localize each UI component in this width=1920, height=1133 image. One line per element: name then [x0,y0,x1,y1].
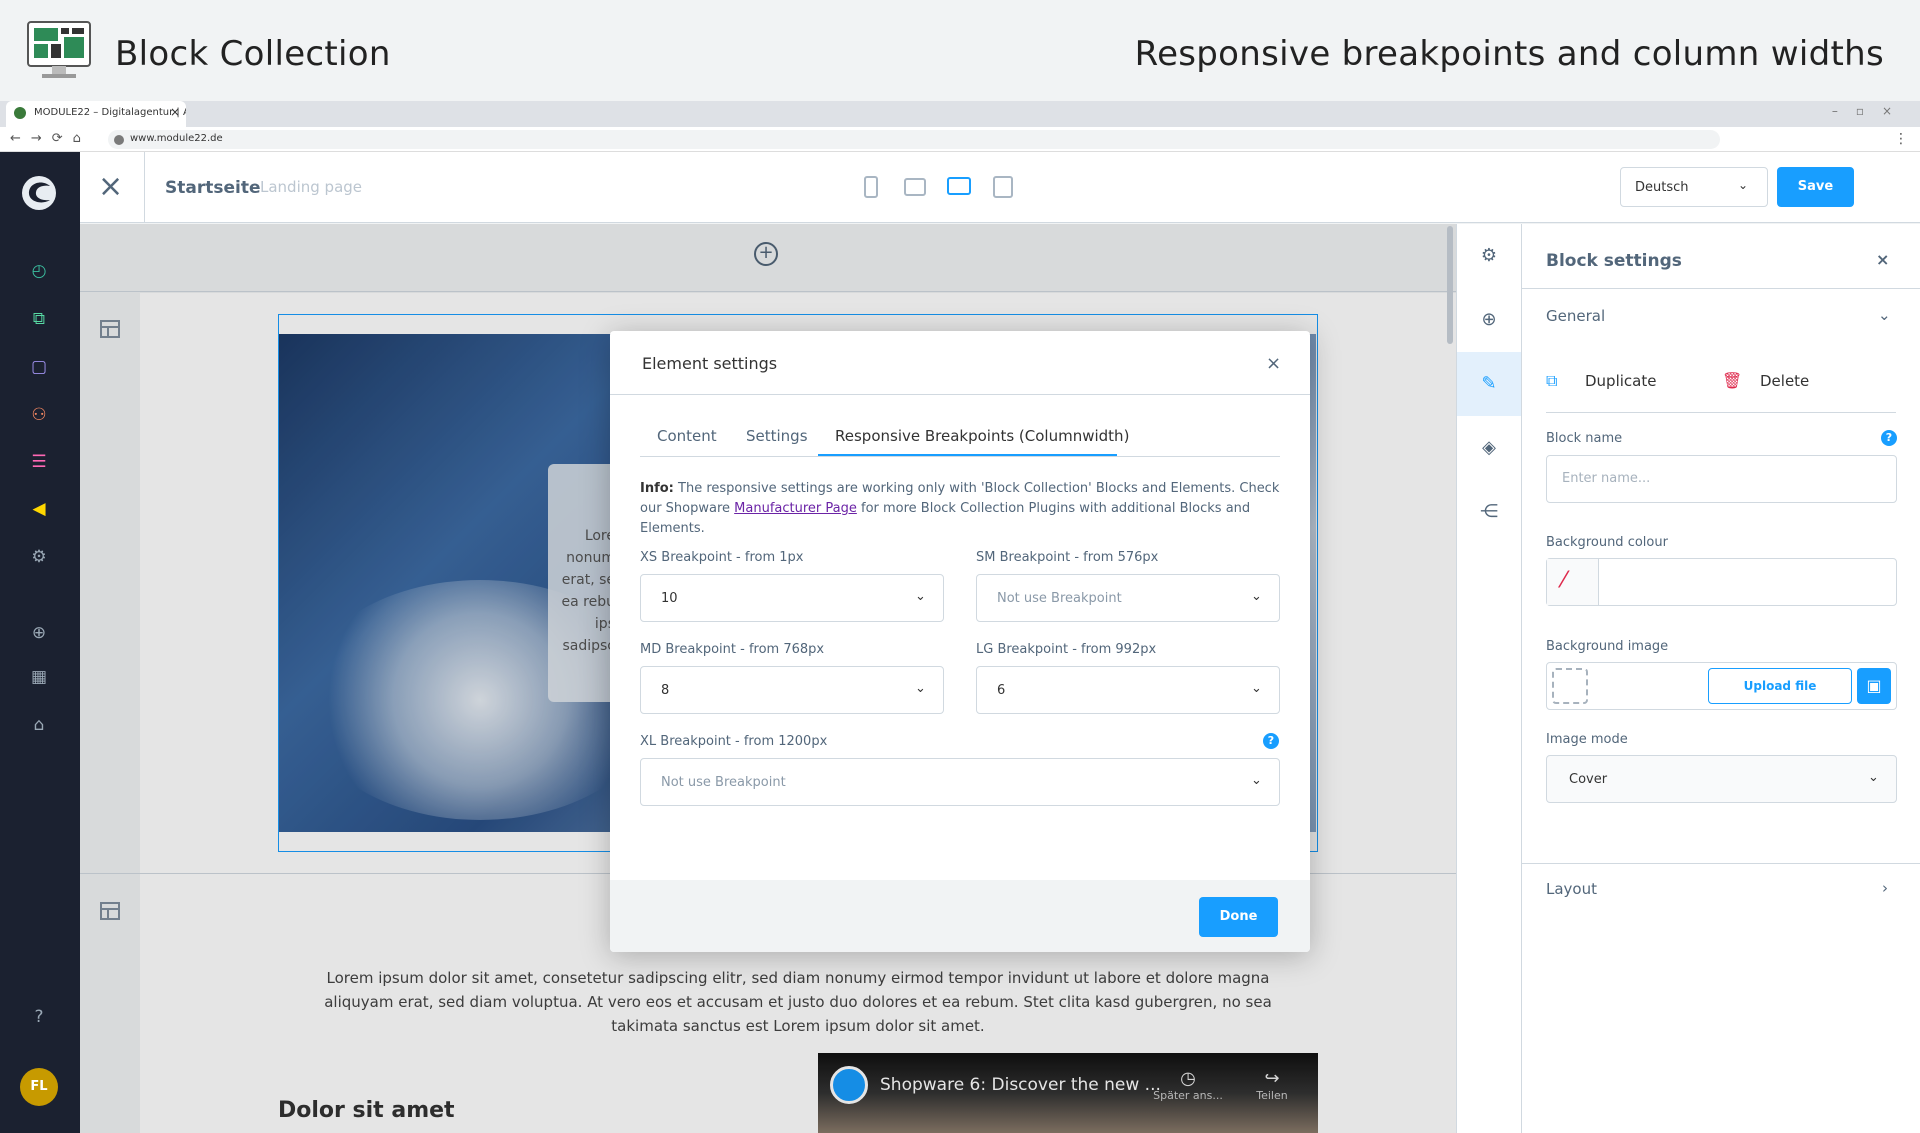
duplicate-icon[interactable]: ⧉ [1546,371,1557,391]
chevron-right-icon[interactable]: › [1882,879,1888,897]
favicon-icon [14,107,26,119]
marketing-icon[interactable]: ◀ [28,498,50,520]
done-button[interactable]: Done [1199,897,1278,937]
help-icon[interactable]: ? [1263,733,1279,749]
manufacturer-page-link[interactable]: Manufacturer Page [734,501,857,516]
form-view-icon[interactable] [993,176,1013,198]
catalogue-icon[interactable]: ⧉ [28,308,50,330]
help-icon[interactable]: ? [1881,430,1897,446]
url-field[interactable]: www.module22.de [108,130,1720,149]
xs-breakpoint-select[interactable]: 10 [640,574,944,622]
tablet-view-icon[interactable] [904,178,926,196]
lg-breakpoint-select[interactable]: 6 [976,666,1280,714]
duplicate-button[interactable]: Duplicate [1585,372,1656,390]
md-breakpoint-select[interactable]: 8 [640,666,944,714]
browser-tab[interactable]: MODULE22 – Digitalagentur | Au [6,101,186,127]
sm-breakpoint-label: SM Breakpoint - from 576px [976,550,1159,565]
panel-title: Block settings [1546,251,1682,271]
image-placeholder-icon [1552,668,1588,704]
tab-content[interactable]: Content [657,427,717,445]
sm-breakpoint-select[interactable]: Not use Breakpoint [976,574,1280,622]
active-tab-indicator [818,454,1117,456]
browser-tabstrip [0,101,1920,127]
bg-colour-label: Background colour [1546,535,1668,550]
monitor-logo-icon [27,21,91,78]
close-icon[interactable]: × [1876,250,1889,269]
add-block-icon[interactable]: ⊕ [1477,308,1501,332]
chevron-down-icon[interactable]: ⌄ [1878,306,1891,324]
browser-nav-icons[interactable]: ←→⟳⌂ [10,131,91,146]
user-avatar[interactable]: FL [20,1068,58,1106]
banner-subtitle: Responsive breakpoints and column widths [1134,34,1884,74]
close-icon[interactable]: × [1266,353,1281,374]
md-breakpoint-label: MD Breakpoint - from 768px [640,642,825,657]
window-controls[interactable]: –▫× [1832,104,1910,118]
chevron-down-icon: ⌄ [915,681,926,696]
image-mode-label: Image mode [1546,732,1628,747]
chevron-down-icon: ⌄ [1868,770,1879,785]
tab-settings[interactable]: Settings [746,427,808,445]
block-settings-icon[interactable]: ✎ [1477,372,1501,396]
layout-section-header[interactable]: Layout [1546,880,1597,898]
bg-image-label: Background image [1546,639,1669,654]
chevron-down-icon: ⌄ [915,589,926,604]
xl-breakpoint-label: XL Breakpoint - from 1200px [640,734,828,749]
save-button[interactable]: Save [1777,167,1854,207]
colour-swatch[interactable] [1547,559,1599,605]
content-icon[interactable]: ☰ [28,451,50,473]
tab-close-icon[interactable]: × [170,105,180,119]
chevron-down-icon: ⌄ [1251,773,1262,788]
extensions-icon[interactable]: ⊕ [28,622,50,644]
divider [1546,412,1896,413]
mobile-view-icon[interactable] [864,176,878,198]
block-name-label: Block name [1546,431,1623,446]
divider [610,394,1310,395]
divider [144,152,145,223]
chevron-down-icon: ⌄ [1251,681,1262,696]
info-text: Info: The responsive settings are workin… [640,479,1280,539]
xs-breakpoint-label: XS Breakpoint - from 1px [640,550,804,565]
banner-title: Block Collection [115,34,391,74]
chevron-down-icon: ⌄ [1738,178,1749,192]
sales-channel-icon[interactable]: ▦ [28,666,50,688]
delete-button[interactable]: Delete [1760,372,1809,390]
layers-icon[interactable]: ◈ [1477,436,1501,460]
general-section-header[interactable]: General [1546,307,1605,325]
page-settings-icon[interactable]: ⚙ [1477,244,1501,268]
store-icon[interactable]: ⌂ [28,714,50,736]
media-library-icon[interactable]: ▣ [1857,668,1891,704]
page-type-label: Landing page [260,178,363,196]
divider [1522,863,1920,864]
share-layout-icon[interactable]: ⋲ [1477,500,1501,524]
trash-icon[interactable]: 🗑 [1722,371,1742,390]
tabs-divider [640,456,1280,457]
page-title: Startseite [165,178,261,198]
site-info-icon[interactable] [114,135,124,145]
image-mode-select[interactable]: Cover [1546,755,1897,803]
info-label: Info: [640,481,674,496]
modal-title: Element settings [642,354,778,373]
lg-breakpoint-label: LG Breakpoint - from 992px [976,642,1157,657]
orders-icon[interactable]: ▢ [28,356,50,378]
divider [1522,288,1920,289]
customers-icon[interactable]: ⚇ [28,404,50,426]
no-colour-icon: ⁄ [1562,568,1566,593]
tab-responsive-breakpoints[interactable]: Responsive Breakpoints (Columnwidth) [835,427,1129,445]
block-name-placeholder: Enter name... [1562,471,1651,486]
xl-breakpoint-select[interactable]: Not use Breakpoint [640,758,1280,806]
settings-icon[interactable]: ⚙ [28,546,50,568]
shopware-logo-icon[interactable] [20,174,58,212]
close-editor-icon[interactable]: × [98,172,123,202]
desktop-view-icon[interactable] [947,177,971,195]
dashboard-icon[interactable]: ◴ [28,260,50,282]
chevron-down-icon: ⌄ [1251,589,1262,604]
help-icon[interactable]: ? [28,1006,50,1028]
canvas-scrollbar[interactable] [1447,226,1453,344]
browser-menu-icon[interactable]: ⋮ [1894,131,1908,147]
upload-file-button[interactable]: Upload file [1708,668,1852,704]
